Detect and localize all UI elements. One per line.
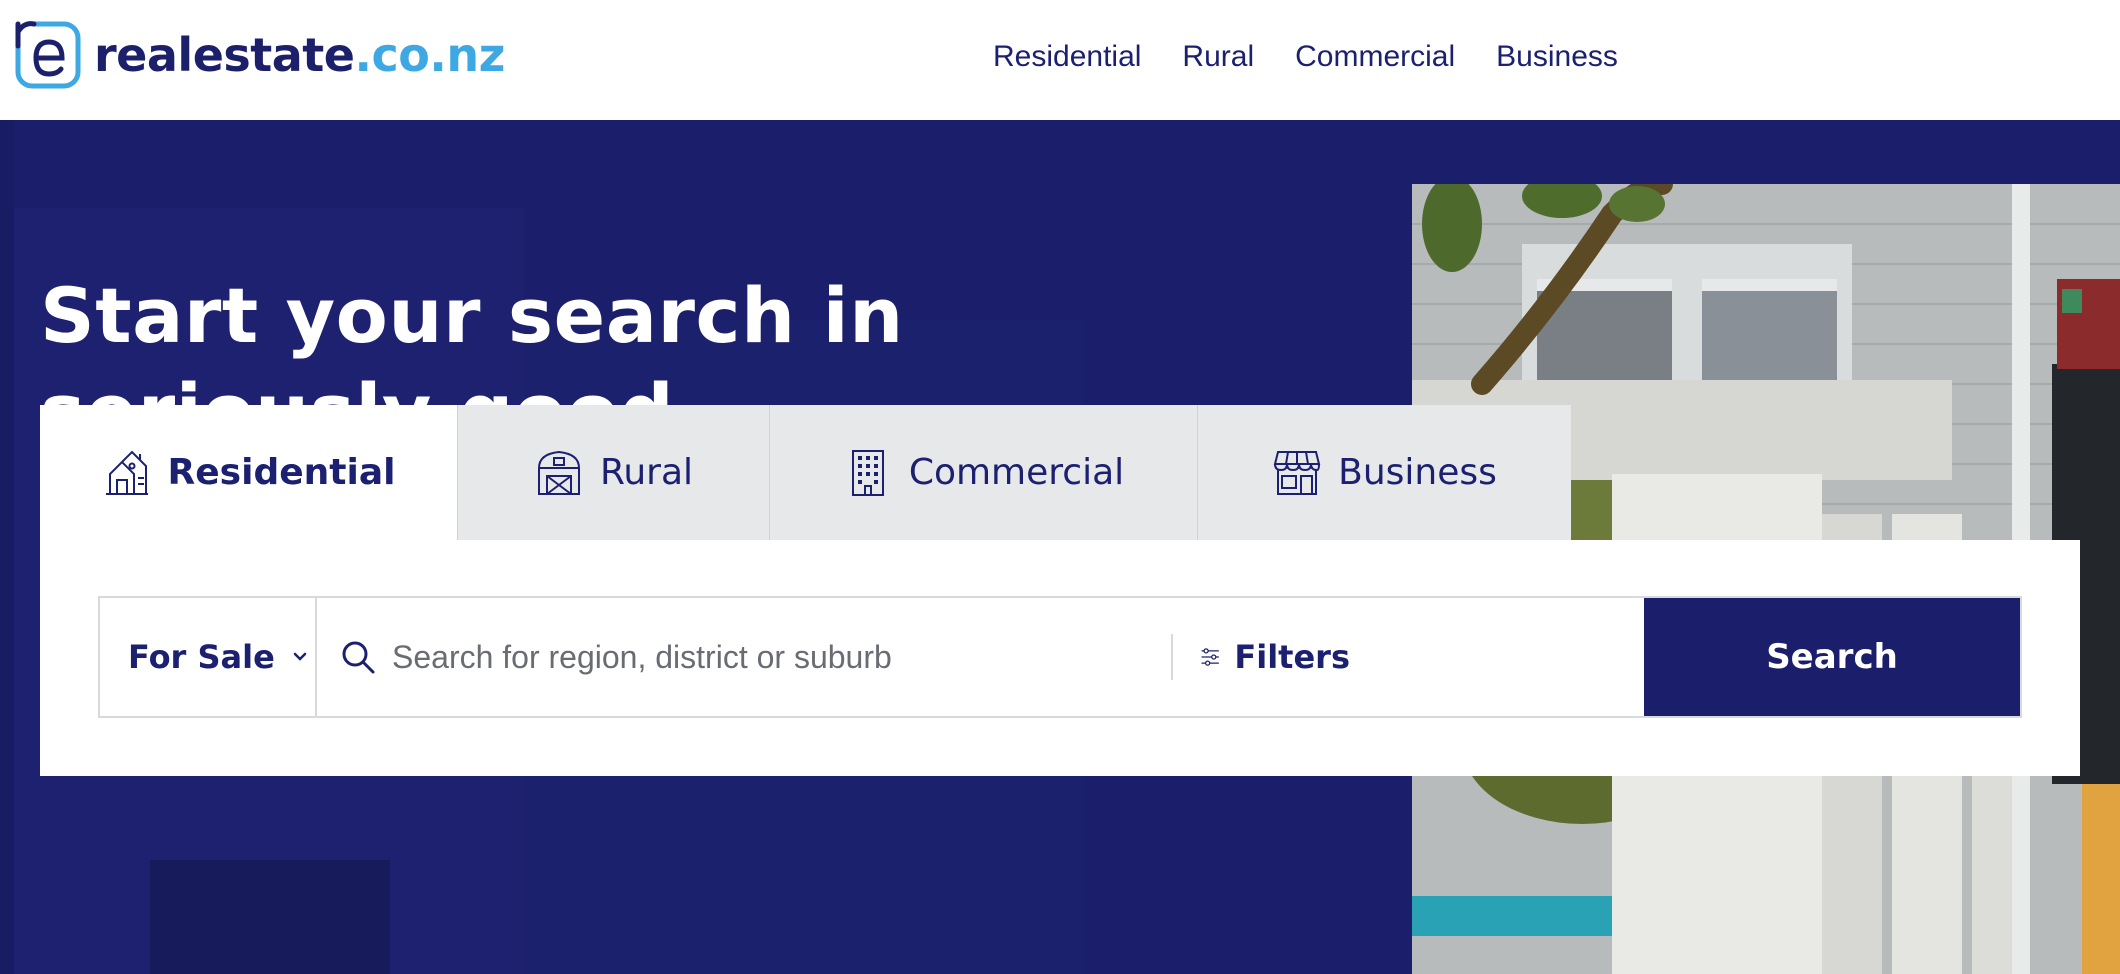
logo-tld: .co.nz bbox=[354, 28, 506, 82]
search-panel: For Sale Filters Search bbox=[40, 540, 2080, 776]
hero-background-shade bbox=[150, 860, 390, 974]
search-icon bbox=[342, 641, 375, 674]
nav-link-rural[interactable]: Rural bbox=[1182, 40, 1254, 74]
nav-link-business[interactable]: Business bbox=[1496, 40, 1618, 74]
storefront-icon bbox=[1273, 450, 1321, 495]
tab-residential[interactable]: Residential bbox=[40, 405, 458, 540]
tab-label: Residential bbox=[167, 452, 396, 493]
filters-label: Filters bbox=[1234, 638, 1350, 676]
search-bar: For Sale Filters Search bbox=[98, 596, 2022, 718]
filters-button[interactable]: Filters bbox=[1200, 598, 1350, 716]
main-nav: Residential Rural Commercial Business bbox=[993, 40, 1618, 74]
chevron-down-icon bbox=[293, 652, 307, 661]
site-logo[interactable]: realestate.co.nz bbox=[12, 18, 505, 92]
hero-background-shade bbox=[0, 120, 14, 974]
tab-label: Rural bbox=[599, 452, 694, 493]
search-button[interactable]: Search bbox=[1644, 598, 2020, 716]
tab-label: Commercial bbox=[908, 452, 1125, 493]
headline-line-1: Start your search in bbox=[40, 271, 904, 360]
tab-commercial[interactable]: Commercial bbox=[770, 405, 1198, 540]
nav-link-residential[interactable]: Residential bbox=[993, 40, 1141, 74]
tab-label: Business bbox=[1338, 452, 1497, 493]
office-building-icon bbox=[851, 449, 884, 496]
location-search-input[interactable] bbox=[392, 622, 1132, 692]
tab-business[interactable]: Business bbox=[1198, 405, 1571, 540]
house-icon bbox=[105, 450, 148, 495]
nav-link-commercial[interactable]: Commercial bbox=[1295, 40, 1455, 74]
search-divider bbox=[1171, 634, 1173, 680]
logo-name: realestate bbox=[94, 28, 355, 82]
site-header: realestate.co.nz Residential Rural Comme… bbox=[0, 0, 2120, 120]
logo-mark-icon bbox=[12, 18, 81, 89]
listing-type-dropdown[interactable]: For Sale bbox=[100, 598, 317, 716]
logo-wordmark: realestate.co.nz bbox=[94, 28, 505, 82]
listing-type-value: For Sale bbox=[128, 638, 275, 676]
tab-rural[interactable]: Rural bbox=[458, 405, 770, 540]
barn-icon bbox=[537, 450, 580, 495]
sliders-icon bbox=[1201, 648, 1219, 666]
search-category-tabs: Residential Rural Commercial Business bbox=[40, 405, 1571, 540]
